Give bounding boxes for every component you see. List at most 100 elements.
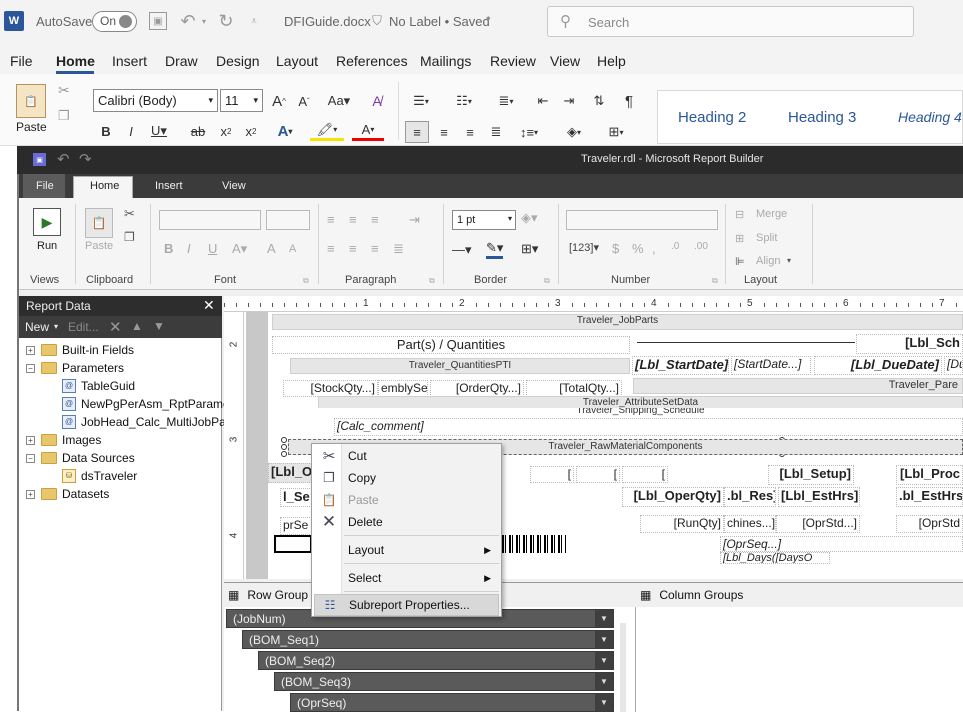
menu-item-layout[interactable]: Layout ▶ <box>314 539 499 561</box>
field-lbl-operqty[interactable]: [Lbl_OperQty] <box>622 487 724 507</box>
shading-icon[interactable]: ◈ ▾ <box>558 121 590 143</box>
group-row-bom-seq1[interactable]: (BOM_Seq1) ▼ <box>242 630 614 649</box>
line-spacing-icon[interactable]: ↕≡ ▾ <box>514 121 544 143</box>
field-totalqty[interactable]: [TotalQty...] <box>526 380 622 397</box>
tree-item-built-in-fields[interactable]: + Built-in Fields <box>26 343 134 357</box>
tree-collapse-icon[interactable]: − <box>26 453 35 463</box>
tree-item-parameters[interactable]: − Parameters <box>26 361 124 375</box>
percent-icon[interactable]: % <box>632 241 644 256</box>
paragraph-dialog-launcher-icon[interactable]: ⧉ <box>429 276 435 286</box>
font-color-icon[interactable]: A ▾ <box>352 121 384 141</box>
group-dropdown-icon[interactable]: ▼ <box>595 610 613 627</box>
run-icon[interactable]: ▶ <box>33 208 61 236</box>
align-center-icon[interactable]: ≡ <box>433 121 455 143</box>
move-down-icon[interactable]: ▼ <box>153 319 165 333</box>
field-lbl-sch[interactable]: [Lbl_Sch <box>856 334 963 354</box>
rb-redo-icon[interactable]: ↷ <box>79 150 92 168</box>
word-tab-insert[interactable]: Insert <box>112 53 147 69</box>
merge-icon[interactable]: ⊟ <box>735 208 744 221</box>
split-icon[interactable]: ⊞ <box>735 232 744 245</box>
search-box[interactable]: ⚲ Search <box>547 6 914 37</box>
field-bracket-3[interactable]: [ <box>622 466 668 483</box>
menu-item-select[interactable]: Select ▶ <box>314 567 499 589</box>
label-dropdown-icon[interactable]: ▾ <box>486 14 491 25</box>
word-tab-help[interactable]: Help <box>597 53 626 69</box>
field-lbl-days[interactable]: [Lbl_Days([DaysO <box>720 552 830 564</box>
group-dropdown-icon[interactable]: ▼ <box>595 652 613 669</box>
selection-handle[interactable] <box>281 451 287 457</box>
rb-undo-icon[interactable]: ↶ <box>57 150 70 168</box>
tree-item-newpgperasm[interactable]: @ NewPgPerAsm_RptParamet <box>62 397 233 411</box>
rb-cut-icon[interactable]: ✂ <box>124 206 135 222</box>
border-color-icon[interactable]: ◈▾ <box>521 210 538 226</box>
highlight-icon[interactable]: 🖍 ▾ <box>310 121 344 141</box>
tree-collapse-icon[interactable]: − <box>26 363 35 373</box>
rb-align-center-icon[interactable]: ≡ <box>349 241 357 256</box>
tree-item-images[interactable]: + Images <box>26 433 101 447</box>
new-button[interactable]: New <box>25 320 49 334</box>
split-label[interactable]: Split <box>756 232 777 244</box>
align-dropdown-icon[interactable]: ▾ <box>787 256 791 265</box>
tree-item-tableguid[interactable]: @ TableGuid <box>62 379 135 393</box>
word-tab-review[interactable]: Review <box>490 53 536 69</box>
font-size-combo[interactable]: 11 ▾ <box>220 89 263 112</box>
customize-qat-icon[interactable]: ⩡ <box>248 14 260 28</box>
increase-indent-icon[interactable]: ⇥ <box>558 90 580 112</box>
text-effects-icon[interactable]: A ▾ <box>270 121 300 141</box>
band-traveler-parent[interactable]: Traveler_Pare <box>633 378 963 394</box>
menu-item-copy[interactable]: ❐ Copy <box>314 467 499 489</box>
style-heading-4[interactable]: Heading 4 <box>898 109 962 125</box>
field-oprstd-2[interactable]: [OprStd <box>896 515 963 533</box>
align-icon[interactable]: ⊫ <box>735 255 745 268</box>
superscript-icon[interactable]: x2 <box>241 121 261 141</box>
save-icon[interactable]: ▣ <box>149 12 167 30</box>
rb-justify-icon[interactable]: ≣ <box>393 241 404 257</box>
style-heading-3[interactable]: Heading 3 <box>788 109 856 126</box>
currency-icon[interactable]: $ <box>612 241 619 256</box>
align-left-icon[interactable]: ≡ <box>405 121 429 143</box>
comma-style-icon[interactable]: , <box>652 241 656 256</box>
group-dropdown-icon[interactable]: ▼ <box>595 631 613 648</box>
bold-icon[interactable]: B <box>96 121 116 141</box>
rb-font-size-down-icon[interactable]: A <box>289 243 296 255</box>
grow-font-icon[interactable]: A ^ <box>268 90 290 112</box>
field-oprseq[interactable]: [OprSeq...] <box>720 536 963 552</box>
paste-icon[interactable]: 📋 <box>16 84 46 118</box>
word-tab-home[interactable]: Home <box>56 53 95 69</box>
font-dialog-launcher-icon[interactable]: ⧉ <box>303 276 309 286</box>
report-data-close-icon[interactable]: ✕ <box>203 297 215 314</box>
multilevel-list-icon[interactable]: ≣ ▾ <box>490 90 522 112</box>
word-tab-file[interactable]: File <box>10 53 33 69</box>
number-dialog-launcher-icon[interactable]: ⧉ <box>712 276 718 286</box>
rb-indent-icon[interactable]: ⇥ <box>409 212 420 228</box>
menu-item-paste[interactable]: 📋 Paste <box>314 489 499 511</box>
align-label[interactable]: Align <box>756 255 780 267</box>
autosave-toggle[interactable]: On <box>92 11 137 32</box>
group-row-bom-seq2[interactable]: (BOM_Seq2) ▼ <box>258 651 614 670</box>
merge-label[interactable]: Merge <box>756 208 787 220</box>
field-lbl-o[interactable]: [Lbl_O <box>268 463 314 483</box>
redo-icon[interactable]: ↻ <box>215 10 237 32</box>
group-dropdown-icon[interactable]: ▼ <box>595 673 613 690</box>
selection-handle[interactable] <box>281 444 287 450</box>
field-startdate[interactable]: [StartDate...] <box>731 356 811 375</box>
rb-tab-insert[interactable]: Insert <box>155 180 183 192</box>
group-row-oprseq[interactable]: (OprSeq) ▼ <box>290 693 614 712</box>
band-traveler-shipping-schedule[interactable]: Traveler_Shipping_Schedule <box>318 408 963 416</box>
borders-icon[interactable]: ⊞ ▾ <box>600 121 632 143</box>
rb-font-size-up-icon[interactable]: A <box>267 241 276 256</box>
word-paste-label[interactable]: Paste <box>16 120 47 134</box>
run-label[interactable]: Run <box>37 240 57 252</box>
word-tab-layout[interactable]: Layout <box>276 53 318 69</box>
rb-bold-icon[interactable]: B <box>164 241 173 256</box>
field-lbl-duedate[interactable]: [Lbl_DueDate] <box>814 356 942 375</box>
group-row-bom-seq3[interactable]: (BOM_Seq3) ▼ <box>274 672 614 691</box>
word-copy-icon[interactable]: ❐ <box>58 108 70 124</box>
sort-icon[interactable]: ⇅ <box>588 90 610 112</box>
field-orderqty[interactable]: [OrderQty...] <box>430 380 524 397</box>
tree-item-datasets[interactable]: + Datasets <box>26 487 109 501</box>
rb-italic-icon[interactable]: I <box>187 241 191 256</box>
field-lbl-startdate[interactable]: [Lbl_StartDate] <box>632 356 729 375</box>
rb-font-name-combo[interactable] <box>159 210 261 230</box>
field-parts-quantities[interactable]: Part(s) / Quantities <box>272 336 630 354</box>
